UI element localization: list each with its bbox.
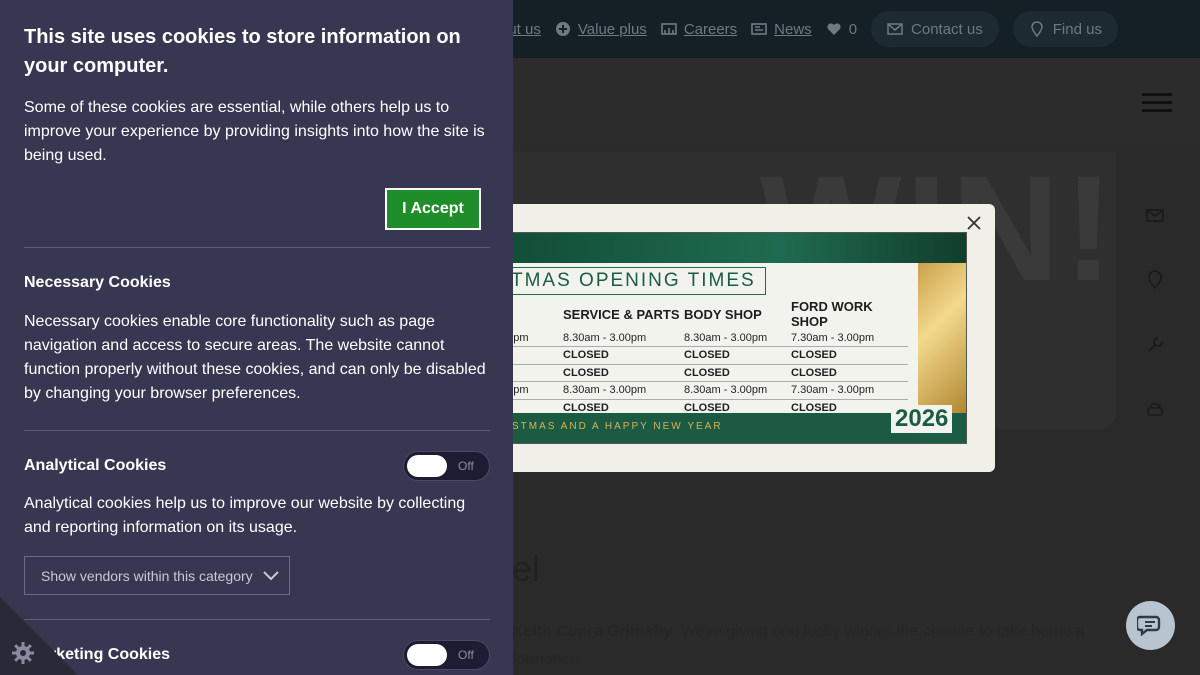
toggle-knob <box>407 455 447 477</box>
chat-button[interactable] <box>1126 601 1175 650</box>
poster-greeting: RISTMAS AND A HAPPY NEW YEAR <box>498 421 723 432</box>
wrench-icon[interactable] <box>1145 335 1165 355</box>
toggle-knob <box>407 644 447 666</box>
table-row: CLOSED CLOSED CLOSED <box>498 364 908 382</box>
envelope-icon <box>887 23 903 35</box>
table-cell: CLOSED <box>563 346 684 365</box>
envelope-icon[interactable] <box>1145 205 1165 225</box>
toggle-state: Off <box>458 459 474 473</box>
close-icon[interactable] <box>966 215 982 231</box>
show-vendors-button[interactable]: Show vendors within this category <box>24 556 290 595</box>
table-cell: 8.30am - 3.00pm <box>563 329 684 347</box>
poster-title: TMAS OPENING TIMES <box>498 267 766 295</box>
table-cell: 7.30am - 3.00pm <box>791 381 908 400</box>
nav-favourites[interactable]: 0 <box>826 21 857 38</box>
table-row: .00pm 8.30am - 3.00pm 8.30am - 3.00pm 7.… <box>498 381 908 400</box>
page-intro-text: Keith Cupra Grimsby. We're giving one lu… <box>512 623 1085 668</box>
show-vendors-label: Show vendors within this category <box>41 567 253 584</box>
top-navigation: out us Value plus Careers News 0 Contact… <box>500 0 1118 58</box>
side-rail <box>1130 205 1180 465</box>
heart-icon <box>827 23 841 35</box>
page-heading: el <box>512 548 541 589</box>
divider <box>24 430 490 431</box>
table-cell: CLOSED <box>563 364 684 382</box>
table-header-row: SERVICE & PARTS BODY SHOP FORD WORK SHOP <box>498 299 908 329</box>
nav-contact-us[interactable]: Contact us <box>871 11 999 47</box>
divider <box>24 247 490 248</box>
accept-cookies-button[interactable]: I Accept <box>385 188 481 230</box>
plus-circle-icon <box>555 22 570 36</box>
careers-icon <box>661 23 677 35</box>
table-cell: 8.30am - 3.00pm <box>684 381 791 400</box>
map-pin-icon[interactable] <box>1145 270 1165 290</box>
nav-news[interactable]: News <box>751 21 812 38</box>
table-cell: CLOSED <box>791 364 908 382</box>
table-cell: CLOSED <box>684 346 791 365</box>
table-row: CLOSED CLOSED CLOSED <box>498 346 908 365</box>
marketing-cookies-toggle[interactable]: Off <box>403 640 490 670</box>
table-cell: CLOSED <box>684 364 791 382</box>
table-row: .00pm 8.30am - 3.00pm 8.30am - 3.00pm 7.… <box>498 329 908 347</box>
nav-value-plus[interactable]: Value plus <box>555 21 647 38</box>
analytical-cookies-toggle[interactable]: Off <box>403 451 490 481</box>
column-header: SERVICE & PARTS <box>563 306 680 322</box>
gear-icon[interactable] <box>11 641 35 665</box>
toggle-state: Off <box>458 648 474 662</box>
nav-find-us[interactable]: Find us <box>1012 11 1118 47</box>
newspaper-icon <box>751 23 767 35</box>
table-cell: 8.30am - 3.00pm <box>684 329 791 347</box>
opening-times-table: SERVICE & PARTS BODY SHOP FORD WORK SHOP… <box>498 299 908 417</box>
analytical-cookies-description: Analytical cookies help us to improve ou… <box>24 495 466 536</box>
nav-careers[interactable]: Careers <box>661 21 737 38</box>
cookie-panel-intro: Some of these cookies are essential, whi… <box>24 99 485 164</box>
chat-bubbles-icon <box>1136 615 1160 636</box>
car-icon[interactable] <box>1145 400 1165 420</box>
opening-times-poster: TMAS OPENING TIMES SERVICE & PARTS BODY … <box>497 232 967 444</box>
necessary-cookies-title: Necessary Cookies <box>24 274 171 291</box>
chevron-down-icon <box>262 570 279 580</box>
cookie-consent-panel: This site uses cookies to store informat… <box>0 0 513 675</box>
table-cell: 8.30am - 3.00pm <box>563 381 684 400</box>
menu-hamburger-icon[interactable] <box>1142 93 1172 115</box>
gift-box-decoration <box>918 263 966 413</box>
column-header: BODY SHOP <box>684 306 762 322</box>
poster-year: 2026 <box>891 405 953 433</box>
table-cell: CLOSED <box>791 346 908 365</box>
necessary-cookies-description: Necessary cookies enable core functional… <box>24 313 486 402</box>
map-pin-icon <box>1030 21 1043 37</box>
table-cell: 7.30am - 3.00pm <box>791 329 908 347</box>
divider <box>24 619 490 620</box>
column-header: FORD WORK SHOP <box>791 299 873 329</box>
cookie-panel-title: This site uses cookies to store informat… <box>24 26 461 77</box>
analytical-cookies-title: Analytical Cookies <box>24 457 167 474</box>
